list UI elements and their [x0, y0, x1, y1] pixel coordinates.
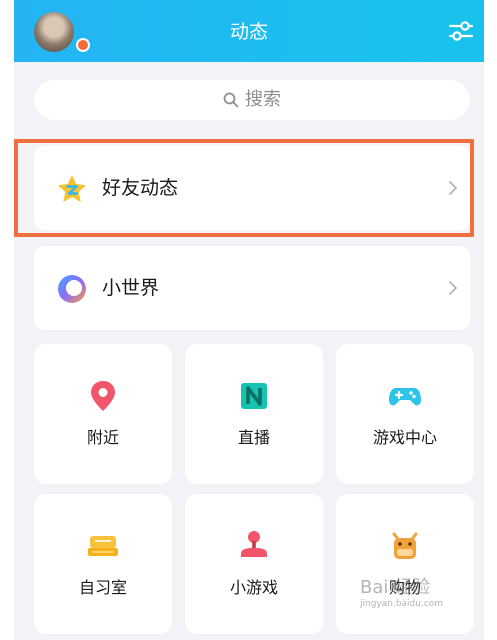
search-icon: [223, 92, 239, 108]
small-world-icon: [58, 275, 86, 303]
grid-item-mini-games[interactable]: 小游戏: [185, 494, 323, 634]
search-placeholder: 搜索: [245, 89, 281, 110]
grid-item-live[interactable]: 直播: [185, 344, 323, 484]
grid-label: 游戏中心: [372, 428, 437, 447]
chevron-right-icon: [449, 281, 457, 295]
qzone-star-icon: [58, 175, 86, 202]
live-n-icon: [241, 383, 267, 409]
grid-label: 直播: [237, 428, 270, 447]
joystick-icon: [241, 531, 267, 557]
shopping-cow-icon: [392, 532, 418, 559]
gamepad-icon: [389, 388, 421, 406]
screen: 动态 搜索 好友动态 小世界 附近 直播 游戏中心 自习室 小游戏 购物: [14, 0, 484, 640]
watermark-text: Bai 经验: [360, 577, 431, 598]
watermark: Bai 经验 jingyan.baidu.com: [360, 578, 470, 618]
study-room-icon: [88, 536, 118, 556]
grid-label: 小游戏: [229, 578, 278, 597]
search-bar[interactable]: 搜索: [34, 80, 470, 120]
watermark-url: jingyan.baidu.com: [360, 599, 444, 609]
small-world-label: 小世界: [102, 277, 160, 299]
page-title: 动态: [229, 21, 268, 43]
header-bar: 动态: [14, 0, 484, 62]
grid-label: 自习室: [78, 578, 127, 597]
grid-label: 附近: [86, 428, 119, 447]
settings-sliders-icon[interactable]: [448, 19, 474, 43]
grid-item-game-center[interactable]: 游戏中心: [336, 344, 474, 484]
grid-item-study-room[interactable]: 自习室: [34, 494, 172, 634]
friend-feed-row[interactable]: 好友动态: [34, 146, 470, 230]
small-world-row[interactable]: 小世界: [34, 246, 470, 330]
friend-feed-label: 好友动态: [102, 177, 179, 199]
grid-item-nearby[interactable]: 附近: [34, 344, 172, 484]
location-pin-icon: [91, 381, 115, 411]
chevron-right-icon: [449, 181, 457, 195]
